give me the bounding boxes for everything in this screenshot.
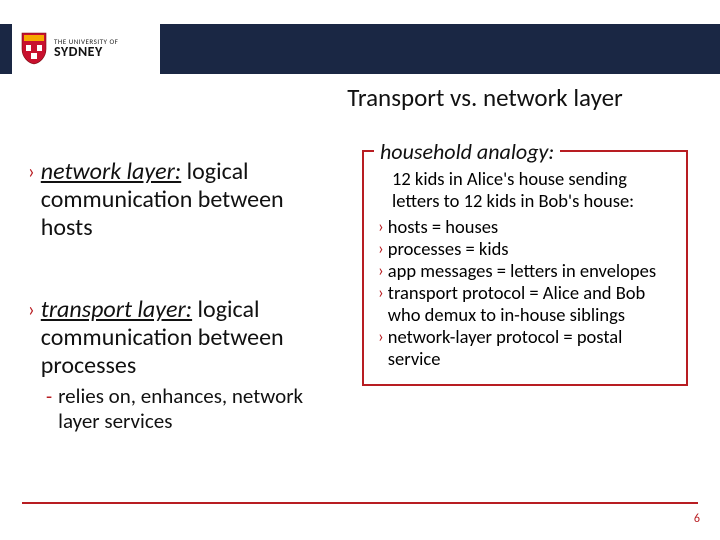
logo-text: THE UNIVERSITY OF SYDNEY — [54, 38, 118, 59]
analogy-text: app messages = letters in envelopes — [388, 260, 656, 282]
bullet-network-layer: › network layer: logical communication b… — [28, 158, 328, 242]
analogy-item: › transport protocol = Alice and Bob who… — [378, 282, 672, 326]
chevron-icon: › — [378, 326, 384, 348]
analogy-item: › network-layer protocol = postal servic… — [378, 326, 672, 370]
analogy-box: household analogy: 12 kids in Alice's ho… — [362, 150, 688, 386]
left-column: › network layer: logical communication b… — [28, 158, 328, 434]
sub-bullet: - relies on, enhances, network layer ser… — [46, 384, 328, 434]
analogy-legend: household analogy: — [374, 138, 560, 165]
chevron-icon: › — [378, 260, 384, 282]
chevron-icon: › — [378, 282, 384, 304]
analogy-item: › hosts = houses — [378, 216, 672, 238]
page-number: 6 — [694, 512, 700, 526]
analogy-text: transport protocol = Alice and Bob who d… — [388, 282, 672, 326]
analogy-text: network-layer protocol = postal service — [388, 326, 672, 370]
analogy-item: › processes = kids — [378, 238, 672, 260]
chevron-icon: › — [28, 158, 35, 186]
chevron-icon: › — [378, 216, 384, 238]
slide-title: Transport vs. network layer — [270, 82, 700, 113]
footer-divider — [22, 502, 698, 504]
bullet-text: network layer: logical communication bet… — [41, 158, 328, 242]
chevron-icon: › — [28, 296, 35, 324]
analogy-text: processes = kids — [388, 238, 509, 260]
analogy-text: hosts = houses — [388, 216, 498, 238]
logo-big-text: SYDNEY — [54, 45, 118, 59]
crest-icon — [20, 31, 48, 65]
dash-icon: - — [46, 384, 52, 410]
chevron-icon: › — [378, 238, 384, 260]
bullet-text: transport layer: logical communication b… — [41, 296, 328, 380]
analogy-item: › app messages = letters in envelopes — [378, 260, 672, 282]
analogy-intro: 12 kids in Alice's house sending letters… — [392, 168, 672, 212]
sub-bullet-text: relies on, enhances, network layer servi… — [58, 384, 328, 434]
bullet-transport-layer: › transport layer: logical communication… — [28, 296, 328, 380]
university-logo: THE UNIVERSITY OF SYDNEY — [12, 14, 160, 82]
